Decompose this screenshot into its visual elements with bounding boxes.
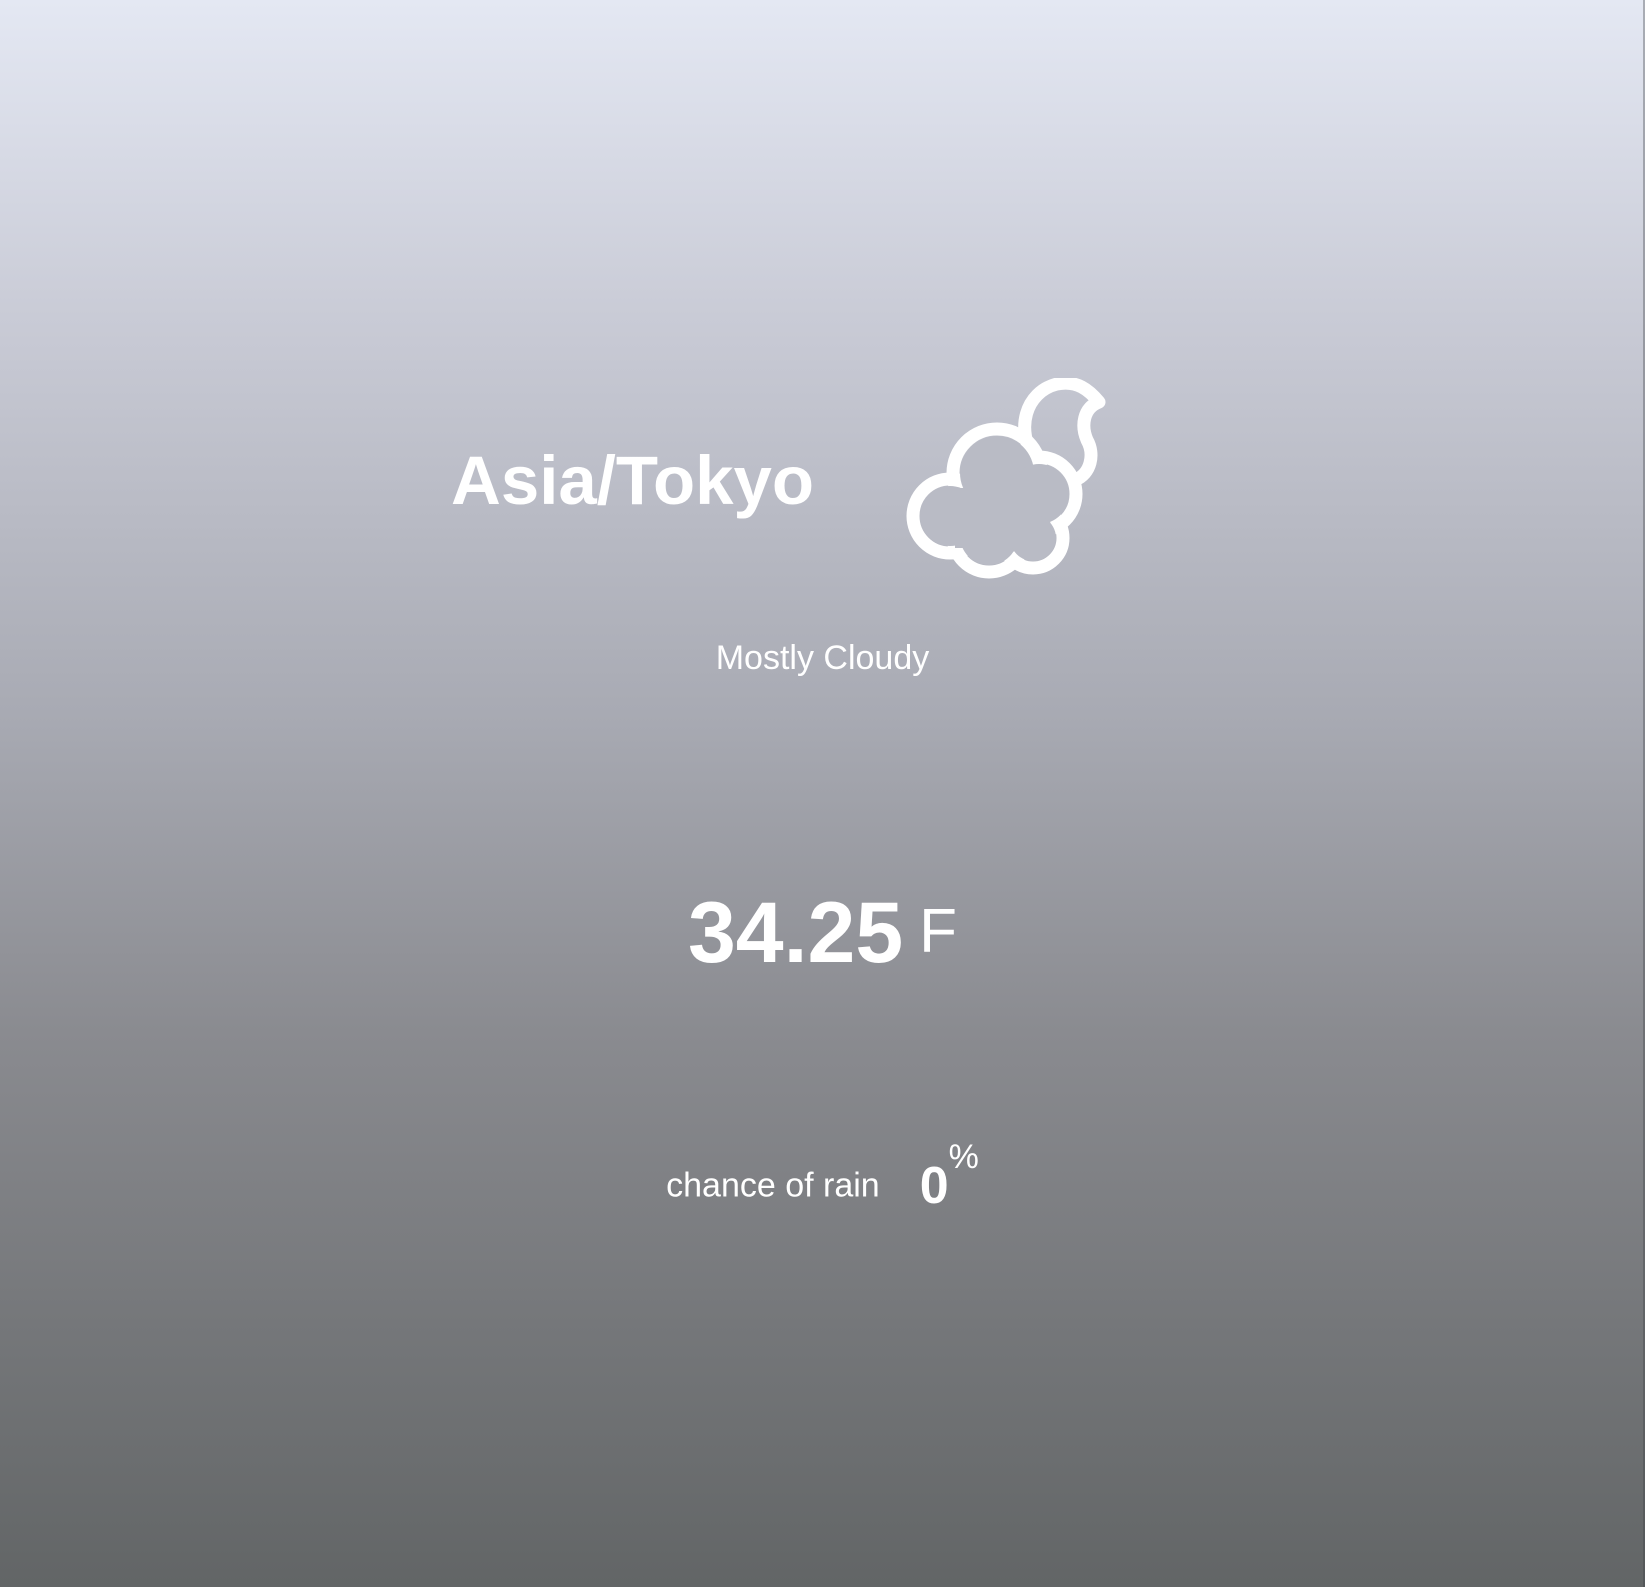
rain-chance: chance of rain 0% — [0, 1138, 1645, 1216]
rain-label: chance of rain — [666, 1166, 880, 1205]
location-title: Asia/Tokyo — [451, 442, 814, 519]
rain-unit: % — [948, 1138, 979, 1176]
cloud-moon-icon — [906, 378, 1106, 579]
temperature-unit: F — [919, 897, 958, 966]
condition-text: Mostly Cloudy — [715, 639, 930, 677]
temperature-display: 34.25 F — [0, 883, 1645, 983]
rain-value: 0 — [919, 1156, 949, 1215]
temperature-value: 34.25 — [687, 885, 904, 981]
